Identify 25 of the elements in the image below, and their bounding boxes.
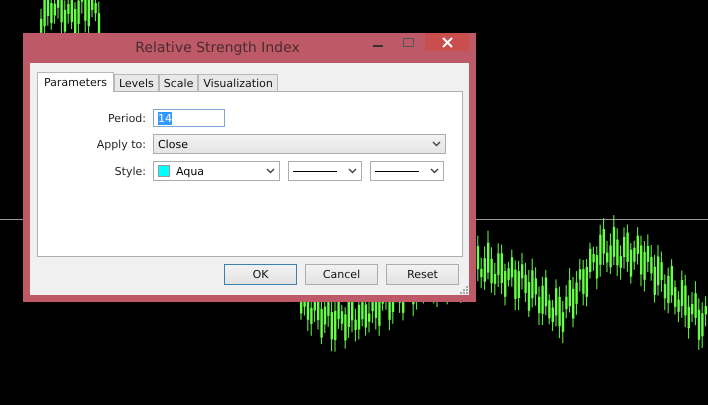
chevron-icon [348, 168, 357, 174]
tab[interactable]: Scale [158, 74, 198, 91]
field-label: Period: [106, 112, 146, 124]
color-dropdown[interactable]: Aqua [153, 161, 280, 181]
close-button[interactable] [425, 33, 469, 51]
dialog-button[interactable]: Cancel [305, 264, 378, 285]
field-label: Apply to: [96, 138, 146, 150]
field-value: 14 [158, 112, 172, 124]
chevron-icon [432, 141, 441, 147]
window-title: Relative Strength Index [134, 40, 301, 56]
tab[interactable]: Parameters [37, 72, 114, 92]
tab[interactable]: Levels [114, 74, 159, 91]
close-icon [442, 36, 452, 48]
chevron-icon [266, 168, 275, 174]
apply-to-dropdown[interactable]: Close [153, 134, 446, 154]
resize-grip-icon[interactable] [460, 286, 468, 294]
tab[interactable]: Visualization [198, 74, 278, 91]
dialog-button[interactable]: OK [224, 264, 297, 285]
line-sample-icon [375, 170, 419, 172]
chevron-icon [430, 168, 439, 174]
line-style-dropdown[interactable] [288, 161, 362, 181]
line-sample-icon [293, 170, 337, 172]
dialog-button[interactable]: Reset [386, 264, 459, 285]
line-width-dropdown[interactable] [370, 161, 444, 181]
field-label: Style: [114, 164, 146, 178]
